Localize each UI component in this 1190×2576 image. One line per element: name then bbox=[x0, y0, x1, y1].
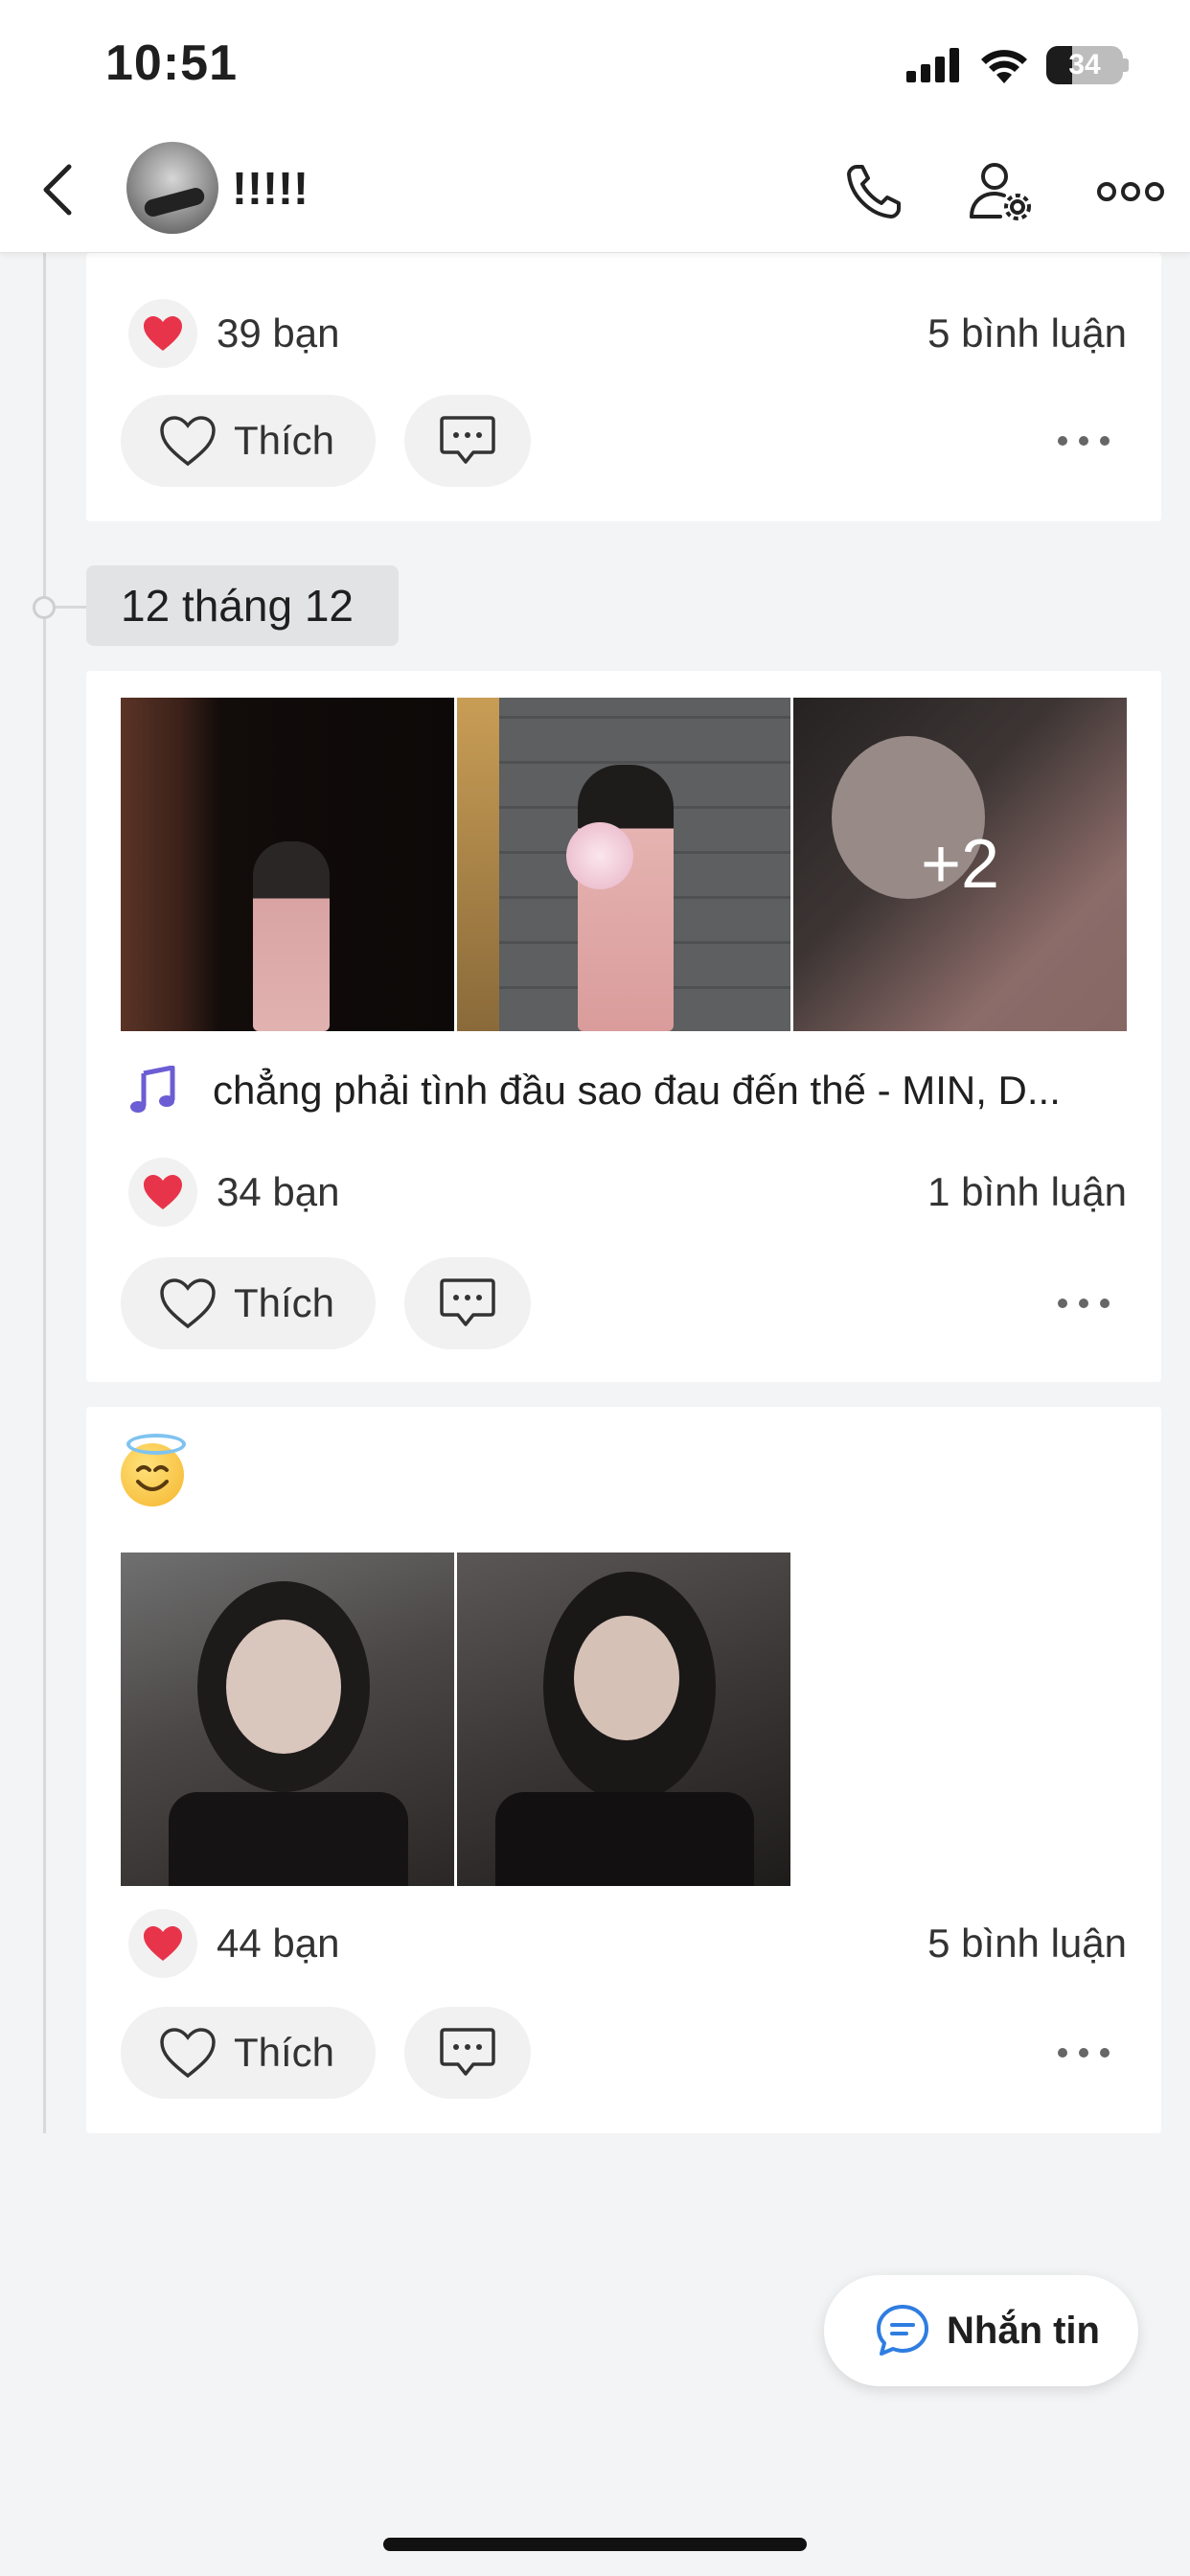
heart-outline-icon bbox=[160, 2028, 216, 2079]
heart-icon bbox=[144, 1175, 182, 1209]
heart-outline-icon bbox=[160, 1278, 216, 1329]
phone-icon bbox=[847, 165, 901, 218]
status-time: 10:51 bbox=[105, 35, 238, 91]
more-dots-icon bbox=[1058, 2048, 1110, 2058]
battery-level: 34 bbox=[1068, 49, 1101, 80]
comment-count[interactable]: 5 bình luận bbox=[927, 1920, 1127, 1966]
post-card: 44 bạn 5 bình luận Thích bbox=[86, 1407, 1161, 2133]
comment-icon bbox=[440, 1278, 495, 1326]
reaction-count[interactable]: 44 bạn bbox=[217, 1920, 339, 1966]
contact-name[interactable]: !!!!! bbox=[232, 163, 309, 216]
comment-button[interactable] bbox=[404, 2007, 531, 2099]
heart-icon bbox=[144, 316, 182, 351]
more-dots-icon bbox=[1058, 1299, 1110, 1308]
like-label: Thích bbox=[234, 1280, 335, 1325]
battery-indicator: 34 bbox=[1046, 46, 1129, 84]
like-label: Thích bbox=[234, 418, 335, 463]
heart-badge[interactable] bbox=[128, 1158, 197, 1227]
heart-badge[interactable] bbox=[128, 1909, 197, 1978]
reaction-row: 44 bạn 5 bình luận bbox=[128, 1909, 1127, 1978]
back-button[interactable] bbox=[34, 161, 82, 218]
action-row: Thích bbox=[121, 2007, 1127, 2099]
music-title: chẳng phải tình đầu sao đau đến thế - MI… bbox=[213, 1068, 1061, 1113]
action-row: Thích bbox=[121, 1257, 1127, 1349]
more-horizontal-icon bbox=[1097, 182, 1164, 201]
post-card: 39 bạn 5 bình luận Thích bbox=[86, 253, 1161, 521]
heart-badge[interactable] bbox=[128, 299, 197, 368]
post-photo[interactable]: +2 bbox=[793, 698, 1127, 1031]
battery-icon: 34 bbox=[1046, 46, 1123, 84]
post-more-button[interactable] bbox=[1041, 1275, 1127, 1332]
comment-button[interactable] bbox=[404, 395, 531, 487]
post-more-button[interactable] bbox=[1041, 2024, 1127, 2082]
avatar[interactable] bbox=[126, 142, 218, 234]
message-icon bbox=[877, 2305, 928, 2356]
timeline-dot bbox=[33, 596, 56, 619]
reaction-row: 39 bạn 5 bình luận bbox=[128, 299, 1127, 368]
like-button[interactable]: Thích bbox=[121, 2007, 376, 2099]
like-label: Thích bbox=[234, 2030, 335, 2075]
profile-settings-button[interactable] bbox=[966, 157, 1035, 226]
post-photo[interactable] bbox=[457, 698, 790, 1031]
message-button-label: Nhắn tin bbox=[947, 2309, 1100, 2352]
comment-icon bbox=[440, 416, 495, 464]
reaction-count[interactable]: 39 bạn bbox=[217, 310, 339, 356]
comment-icon bbox=[440, 2028, 495, 2076]
message-button[interactable]: Nhắn tin bbox=[824, 2275, 1138, 2386]
user-gear-icon bbox=[970, 163, 1031, 220]
post-photo[interactable] bbox=[121, 1552, 454, 1886]
more-dots-icon bbox=[1058, 436, 1110, 446]
signal-icon bbox=[906, 48, 959, 82]
music-note-icon bbox=[130, 1066, 175, 1113]
date-chip: 12 tháng 12 bbox=[86, 565, 399, 646]
heart-icon bbox=[144, 1926, 182, 1961]
timeline-line bbox=[43, 253, 46, 2133]
post-card: +2 chẳng phải tình đầu sao đau đến thế -… bbox=[86, 671, 1161, 1382]
chevron-left-icon bbox=[43, 164, 72, 216]
post-photo[interactable] bbox=[457, 1552, 790, 1886]
post-photo[interactable] bbox=[121, 698, 454, 1031]
music-row[interactable]: chẳng phải tình đầu sao đau đến thế - MI… bbox=[128, 1056, 1127, 1125]
reaction-count[interactable]: 34 bạn bbox=[217, 1169, 339, 1215]
more-button[interactable] bbox=[1092, 157, 1169, 226]
reaction-row: 34 bạn 1 bình luận bbox=[128, 1158, 1127, 1227]
action-row: Thích bbox=[121, 395, 1127, 487]
more-photos-count[interactable]: +2 bbox=[793, 698, 1127, 1031]
top-bar: 10:51 34 !!!!! bbox=[0, 0, 1190, 253]
comment-count[interactable]: 5 bình luận bbox=[927, 310, 1127, 356]
halo-emoji-icon bbox=[121, 1434, 186, 1506]
timeline-connector bbox=[56, 606, 86, 609]
like-button[interactable]: Thích bbox=[121, 395, 376, 487]
status-icons: 34 bbox=[906, 42, 1129, 88]
home-indicator bbox=[383, 2538, 807, 2551]
like-button[interactable]: Thích bbox=[121, 1257, 376, 1349]
comment-button[interactable] bbox=[404, 1257, 531, 1349]
comment-count[interactable]: 1 bình luận bbox=[927, 1169, 1127, 1215]
wifi-icon bbox=[981, 50, 1027, 83]
call-button[interactable] bbox=[839, 157, 908, 226]
heart-outline-icon bbox=[160, 416, 216, 467]
post-more-button[interactable] bbox=[1041, 412, 1127, 470]
